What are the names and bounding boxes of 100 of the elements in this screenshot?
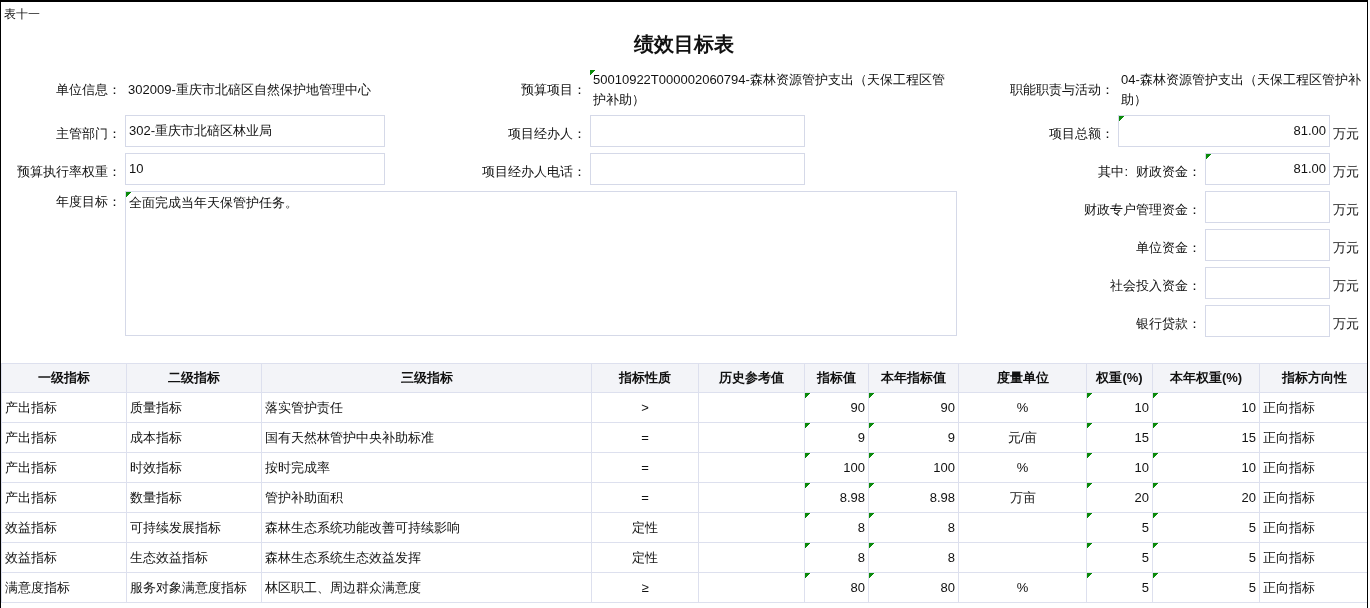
table-cell: 定性 [591,542,699,573]
unit-label: 万元 [1332,201,1360,219]
table-cell: 20 [1086,482,1153,513]
input-field[interactable] [1205,191,1330,223]
table-cell: 15 [1086,422,1153,453]
unit-label: 万元 [1332,125,1360,143]
table-cell: 10 [1086,452,1153,483]
table-cell: 按时完成率 [261,452,592,483]
table-cell: 9 [804,422,869,453]
column-header: 指标性质 [591,363,699,393]
table-cell: 时效指标 [126,452,262,483]
table-cell: 100 [804,452,869,483]
table-cell: = [591,482,699,513]
column-header: 指标方向性 [1259,363,1367,393]
input-field[interactable] [590,153,805,185]
unit-label: 万元 [1332,239,1360,257]
table-cell: 产出指标 [1,452,127,483]
column-header: 本年指标值 [868,363,959,393]
table-cell: % [958,452,1087,483]
field-label: 项目总额： [1049,125,1115,143]
table-cell: 产出指标 [1,482,127,513]
table-cell: 森林生态系统功能改善可持续影响 [261,512,592,543]
table-cell: 10 [1152,392,1260,423]
table-cell: 5 [1086,572,1153,603]
table-cell: 90 [804,392,869,423]
table-cell: 8 [804,512,869,543]
unit-label: 万元 [1332,163,1360,181]
table-cell: 成本指标 [126,422,262,453]
field-label: 项目经办人： [508,125,587,143]
field-label: 项目经办人电话： [482,163,587,181]
form-title: 绩效目标表 [634,32,734,57]
column-header: 指标值 [804,363,869,393]
table-cell: 5 [1152,572,1260,603]
table-cell: 10 [1152,452,1260,483]
table-cell: 国有天然林管护中央补助标准 [261,422,592,453]
table-cell: 数量指标 [126,482,262,513]
input-field[interactable] [1205,305,1330,337]
field-label: 财政资金： [1136,163,1201,181]
table-cell: 生态效益指标 [126,542,262,573]
table-cell: 定性 [591,512,699,543]
field-label: 预算执行率权重： [17,163,122,181]
field-label: 其中: [1098,163,1128,181]
table-cell: = [591,452,699,483]
field-label: 主管部门： [56,125,122,143]
field-label: 财政专户管理资金： [1084,201,1202,219]
table-cell: 效益指标 [1,512,127,543]
input-field[interactable] [590,115,805,147]
table-cell: 万亩 [958,482,1087,513]
field-label: 预算项目： [521,81,587,99]
column-header: 二级指标 [126,363,262,393]
table-cell: 5 [1086,542,1153,573]
table-cell: 产出指标 [1,392,127,423]
table-cell: 8 [868,512,959,543]
table-cell: 8 [804,542,869,573]
column-header: 三级指标 [261,363,592,393]
table-cell: 20 [1152,482,1260,513]
table-cell: 10 [1086,392,1153,423]
table-cell: 15 [1152,422,1260,453]
unit-label: 万元 [1332,277,1360,295]
input-field[interactable]: 10 [125,153,385,185]
field-label: 社会投入资金： [1110,277,1202,295]
table-cell: 元/亩 [958,422,1087,453]
table-cell: % [958,392,1087,423]
table-cell: 可持续发展指标 [126,512,262,543]
table-cell: 8.98 [868,482,959,513]
table-cell: ≥ [591,572,699,603]
column-header: 历史参考值 [698,363,805,393]
input-field[interactable]: 全面完成当年天保管护任务。 [125,191,957,336]
input-field[interactable]: 81.00 [1205,153,1330,185]
field-label: 单位信息： [56,81,122,99]
input-field[interactable]: 81.00 [1118,115,1330,147]
table-cell: 满意度指标 [1,572,127,603]
unit-label: 万元 [1332,315,1360,333]
table-cell: 林区职工、周边群众满意度 [261,572,592,603]
field-label: 单位资金： [1136,239,1202,257]
table-cell: 5 [1086,512,1153,543]
column-header: 本年权重(%) [1152,363,1260,393]
input-field[interactable]: 302-重庆市北碚区林业局 [125,115,385,147]
column-header: 度量单位 [958,363,1087,393]
table-cell: 5 [1152,512,1260,543]
table-cell: 80 [804,572,869,603]
table-cell: > [591,392,699,423]
field-label: 银行贷款： [1136,315,1202,333]
field-label: 年度目标： [56,193,122,211]
table-cell: 5 [1152,542,1260,573]
column-header: 权重(%) [1086,363,1153,393]
table-cell: 质量指标 [126,392,262,423]
field-value: 04-森林资源管护支出（天保工程区管护补助） [1120,71,1362,109]
sheet-label: 表十一 [3,6,41,20]
table-cell: = [591,422,699,453]
input-field[interactable] [1205,229,1330,261]
table-cell: 产出指标 [1,422,127,453]
table-cell: 9 [868,422,959,453]
input-field[interactable] [1205,267,1330,299]
table-cell: 森林生态系统生态效益发挥 [261,542,592,573]
table-cell: 8.98 [804,482,869,513]
table-cell: 100 [868,452,959,483]
table-cell: % [958,572,1087,603]
field-label: 职能职责与活动： [1010,81,1115,99]
table-cell: 8 [868,542,959,573]
